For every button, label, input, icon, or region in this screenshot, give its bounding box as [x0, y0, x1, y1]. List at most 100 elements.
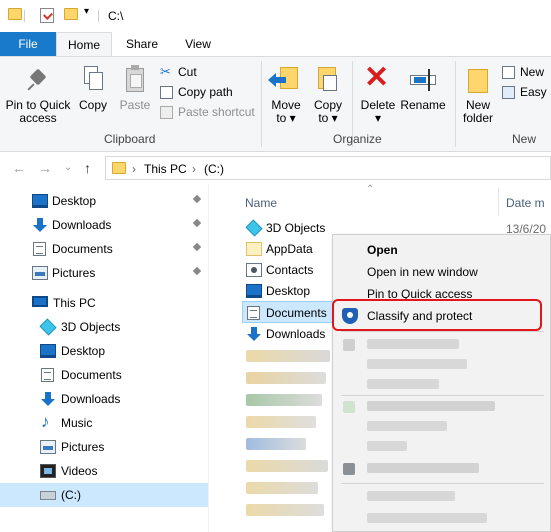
up-arrow-icon[interactable]: ↑: [84, 160, 91, 176]
move-to-button[interactable]: Move to ▾: [268, 65, 304, 125]
back-arrow-icon[interactable]: ←: [12, 160, 26, 176]
tab-file[interactable]: File: [0, 32, 56, 56]
pin-icon[interactable]: [192, 218, 202, 231]
nav-item-label: Pictures: [52, 266, 96, 280]
column-header-name[interactable]: Name: [245, 196, 277, 210]
downloads-icon: [246, 327, 262, 341]
properties-icon[interactable]: [40, 8, 54, 23]
column-divider[interactable]: [498, 188, 499, 216]
rename-button[interactable]: Rename: [400, 65, 446, 112]
context-menu-open[interactable]: Open: [333, 239, 551, 261]
breadcrumb-separator: ›: [132, 162, 136, 176]
context-menu: Open Open in new window Pin to Quick acc…: [332, 234, 551, 532]
new-item-button[interactable]: New: [500, 63, 544, 81]
nav-item-3d-objects[interactable]: 3D Objects: [0, 315, 208, 339]
nav-item-quick-downloads[interactable]: Downloads: [0, 213, 208, 237]
new-item-label: New: [520, 65, 545, 79]
copy-button[interactable]: Copy: [76, 65, 110, 112]
pictures-icon: [40, 440, 56, 454]
documents-icon: [247, 306, 260, 320]
nav-item-label: Music: [61, 416, 93, 430]
context-menu-open-new-window[interactable]: Open in new window: [333, 261, 551, 283]
rename-icon: [408, 65, 438, 95]
recent-locations-chevron-icon[interactable]: ⌄: [64, 162, 72, 173]
cut-button[interactable]: ✂ Cut: [158, 63, 197, 81]
breadcrumb-drive[interactable]: (C:): [204, 162, 224, 176]
blurred-menu-item: [367, 441, 407, 451]
pin-icon[interactable]: [192, 266, 202, 279]
breadcrumb-this-pc[interactable]: This PC: [144, 162, 187, 176]
nav-item-drive-c[interactable]: (C:): [0, 483, 208, 507]
file-name: Documents: [266, 306, 327, 320]
copy-to-button[interactable]: Copy to ▾: [310, 65, 346, 125]
easy-access-icon: [502, 86, 515, 99]
copy-path-label: Copy path: [178, 85, 233, 99]
documents-icon: [33, 242, 46, 256]
nav-item-label: (C:): [61, 488, 81, 502]
nav-item-quick-desktop[interactable]: Desktop: [0, 189, 208, 213]
nav-pane-scrollbar[interactable]: [208, 184, 225, 532]
forward-arrow-icon[interactable]: →: [38, 160, 52, 176]
address-bar[interactable]: › This PC › (C:): [105, 156, 551, 180]
sort-ascending-icon: ⌃: [366, 184, 375, 195]
new-folder-quick-icon[interactable]: [64, 8, 78, 20]
delete-button[interactable]: ✕ Delete ▾: [358, 61, 398, 125]
nav-item-quick-documents[interactable]: Documents: [0, 237, 208, 261]
nav-item-pictures[interactable]: Pictures: [0, 435, 208, 459]
new-folder-button[interactable]: New folder: [460, 65, 496, 125]
this-pc-icon: [32, 296, 48, 307]
drive-icon: [40, 491, 56, 500]
menu-item-label: Open in new window: [367, 265, 478, 279]
downloads-icon: [32, 218, 48, 232]
downloads-icon: [40, 392, 56, 406]
ribbon-tabs: File Home Share View: [0, 32, 551, 57]
desktop-icon: [246, 284, 262, 298]
pictures-icon: [32, 266, 48, 280]
paste-label: Paste: [119, 98, 151, 112]
blurred-list-item: [246, 460, 328, 472]
menu-item-label: Open: [367, 243, 398, 257]
group-divider: [261, 61, 262, 147]
paste-shortcut-icon: [160, 106, 173, 119]
cut-label: Cut: [178, 65, 197, 79]
pin-to-quick-access-button[interactable]: Pin to Quick access: [4, 65, 72, 125]
nav-item-this-pc[interactable]: This PC: [0, 291, 208, 315]
folder-icon: [112, 162, 126, 174]
paste-shortcut-button[interactable]: Paste shortcut: [158, 103, 255, 121]
pin-label-2: access: [19, 111, 57, 125]
nav-item-music[interactable]: Music: [0, 411, 208, 435]
new-group-label: New: [512, 132, 537, 146]
blurred-list-item: [246, 482, 318, 494]
menu-separator: [341, 395, 544, 396]
blurred-menu-item: [367, 421, 447, 431]
nav-item-label: Downloads: [52, 218, 112, 232]
blurred-menu-icon: [343, 463, 355, 475]
copy-path-button[interactable]: Copy path: [158, 83, 233, 101]
customize-quick-access-icon[interactable]: ▾: [84, 6, 89, 17]
nav-item-label: Pictures: [61, 440, 105, 454]
pin-icon[interactable]: [192, 242, 202, 255]
move-to-icon: [268, 65, 300, 95]
tab-view[interactable]: View: [172, 32, 224, 56]
nav-item-documents[interactable]: Documents: [0, 363, 208, 387]
column-header-date[interactable]: Date m: [506, 196, 545, 210]
nav-item-desktop[interactable]: Desktop: [0, 339, 208, 363]
3d-objects-icon: [39, 318, 57, 336]
highlight-outline: [332, 299, 542, 331]
nav-item-downloads[interactable]: Downloads: [0, 387, 208, 411]
paste-button[interactable]: Paste: [116, 65, 154, 112]
nav-item-quick-pictures[interactable]: Pictures: [0, 261, 208, 285]
tab-home[interactable]: Home: [56, 32, 112, 57]
window-title: C:\: [108, 9, 124, 23]
copy-to-icon: [314, 65, 342, 95]
blurred-list-item: [246, 394, 322, 406]
delete-icon: ✕: [364, 61, 390, 94]
paste-icon: [123, 65, 147, 93]
tab-share[interactable]: Share: [116, 32, 168, 56]
file-name: AppData: [266, 242, 313, 256]
blurred-menu-item: [367, 339, 459, 349]
easy-access-button[interactable]: Easy: [500, 83, 547, 101]
nav-item-videos[interactable]: Videos: [0, 459, 208, 483]
menu-separator: [341, 483, 544, 484]
pin-icon[interactable]: [192, 194, 202, 207]
